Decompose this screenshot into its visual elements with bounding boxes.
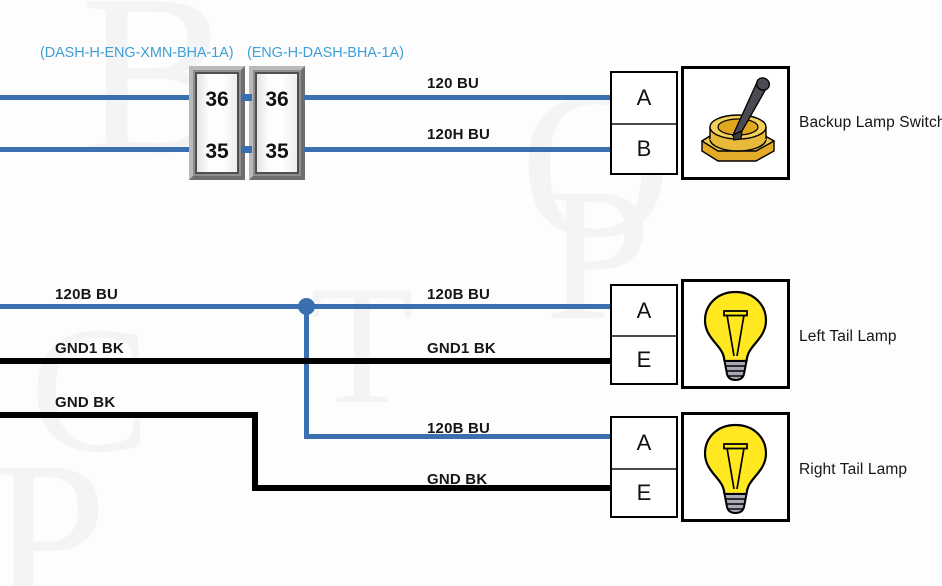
wire-label-gnd1-bk-left: GND1 BK bbox=[55, 340, 124, 357]
wire-segment-120b-bu-left bbox=[0, 304, 310, 309]
right-tail-lamp-icon-frame[interactable] bbox=[681, 412, 790, 522]
wire-label-120b-bu-right-lower: 120B BU bbox=[427, 420, 491, 437]
wire-label-120b-bu-left: 120B BU bbox=[55, 286, 119, 303]
backup-lamp-switch-icon-frame[interactable] bbox=[681, 66, 790, 180]
pin-cell-a: A bbox=[636, 430, 652, 455]
inline-connector-left-pin-35: 35 bbox=[205, 140, 229, 163]
pin-cell-a: A bbox=[636, 85, 652, 110]
wire-segment-120bu bbox=[304, 95, 612, 100]
component-name-right-tail-lamp: Right Tail Lamp bbox=[799, 461, 908, 478]
pin-cell-e: E bbox=[612, 335, 676, 383]
inline-connector-right-box[interactable]: 36 35 bbox=[249, 66, 305, 180]
pin-cell-e: E bbox=[612, 468, 676, 516]
watermark-letter: C bbox=[30, 290, 151, 489]
component-name-backup-lamp-switch: Backup Lamp Switch bbox=[799, 114, 942, 131]
inline-connector-right-pin-35: 35 bbox=[265, 140, 289, 163]
pin-cell-a: A bbox=[636, 297, 652, 323]
backup-lamp-switch-pinbox[interactable]: A B bbox=[610, 71, 678, 175]
component-name-left-tail-lamp: Left Tail Lamp bbox=[799, 328, 897, 345]
inline-connector-left-box[interactable]: 36 35 bbox=[189, 66, 245, 180]
wire-label-120h-bu: 120H BU bbox=[427, 126, 491, 143]
left-tail-lamp-icon-frame[interactable] bbox=[681, 279, 790, 389]
inline-connector-left-pin-36: 36 bbox=[205, 88, 229, 111]
wire-label-gnd1-bk-right: GND1 BK bbox=[427, 340, 496, 357]
wire-segment-left-pin36 bbox=[0, 95, 190, 100]
connector-mating-stub-35 bbox=[241, 146, 252, 153]
wire-segment-left-pin35 bbox=[0, 147, 190, 152]
watermark-letter: T bbox=[310, 251, 414, 439]
light-bulb-icon bbox=[684, 415, 787, 519]
wire-segment-gnd-bk-vertical bbox=[252, 412, 258, 491]
splice-junction-dot bbox=[298, 298, 315, 315]
light-bulb-icon bbox=[684, 282, 787, 386]
wire-segment-gnd1-bk bbox=[0, 358, 612, 364]
wire-segment-120b-bu-to-left-lamp bbox=[305, 304, 612, 309]
right-tail-lamp-pinbox[interactable]: A E bbox=[610, 416, 678, 518]
left-tail-lamp-pinbox[interactable]: A E bbox=[610, 284, 678, 385]
inline-connector-right-pin-36: 36 bbox=[265, 88, 289, 111]
inline-connector-left-label: (DASH-H-ENG-XMN-BHA-1A) bbox=[40, 45, 234, 61]
wire-label-120-bu: 120 BU bbox=[427, 75, 480, 92]
toggle-switch-icon bbox=[684, 69, 787, 177]
wiring-diagram-canvas: B O P T C P (DASH-H-ENG-XMN-BHA-1A) (ENG… bbox=[0, 0, 942, 586]
wire-label-gnd-bk-left: GND BK bbox=[55, 394, 116, 411]
wire-label-120b-bu-right-upper: 120B BU bbox=[427, 286, 491, 303]
wire-segment-120b-bu-branch-vertical bbox=[304, 304, 309, 437]
wire-segment-120h-bu bbox=[304, 147, 612, 152]
connector-mating-stub-36 bbox=[241, 94, 252, 101]
inline-connector-right-label: (ENG-H-DASH-BHA-1A) bbox=[247, 45, 404, 61]
wire-label-gnd-bk-right: GND BK bbox=[427, 471, 488, 488]
watermark-letter: P bbox=[0, 419, 107, 586]
wire-segment-gnd-bk-horizontal-upper bbox=[0, 412, 258, 418]
pin-cell-b: B bbox=[612, 123, 676, 173]
